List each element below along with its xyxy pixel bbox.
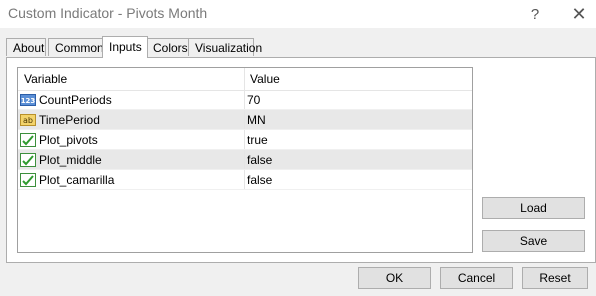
tab-common[interactable]: Common xyxy=(48,38,104,56)
help-icon[interactable]: ? xyxy=(513,0,557,28)
cancel-button[interactable]: Cancel xyxy=(440,267,513,289)
boolean-icon xyxy=(20,153,36,167)
tab-visualization[interactable]: Visualization xyxy=(188,38,262,56)
variable-value[interactable]: 70 xyxy=(247,93,260,107)
boolean-icon xyxy=(20,133,36,147)
svg-text:123: 123 xyxy=(21,97,36,105)
reset-button[interactable]: Reset xyxy=(522,267,588,289)
svg-text:ab: ab xyxy=(23,116,33,125)
variable-name: CountPeriods xyxy=(39,93,112,107)
variable-name: Plot_middle xyxy=(39,153,102,167)
variable-name: Plot_pivots xyxy=(39,133,98,147)
grid-row-plot-camarilla[interactable]: Plot_camarilla false xyxy=(18,170,472,190)
variable-name: TimePeriod xyxy=(39,113,100,127)
boolean-icon xyxy=(20,173,36,187)
variable-value[interactable]: false xyxy=(247,173,272,187)
tab-inputs[interactable]: Inputs xyxy=(102,36,148,58)
load-button[interactable]: Load xyxy=(482,197,585,219)
string-icon: ab xyxy=(20,114,36,126)
column-header-value[interactable]: Value xyxy=(250,72,280,86)
grid-row-plot-middle[interactable]: Plot_middle false xyxy=(18,150,472,170)
variable-value[interactable]: false xyxy=(247,153,272,167)
grid-row-plot-pivots[interactable]: Plot_pivots true xyxy=(18,130,472,150)
grid-header: Variable Value xyxy=(18,68,472,91)
inputs-grid[interactable]: Variable Value 123 CountPeriods 70 ab Ti… xyxy=(17,67,473,253)
window-title: Custom Indicator - Pivots Month xyxy=(8,5,208,21)
variable-value[interactable]: true xyxy=(247,133,268,147)
integer-icon: 123 xyxy=(20,94,36,106)
column-divider[interactable] xyxy=(244,68,245,90)
grid-row-timeperiod[interactable]: ab TimePeriod MN xyxy=(18,110,472,130)
tab-about[interactable]: About xyxy=(6,38,46,56)
grid-row-countperiods[interactable]: 123 CountPeriods 70 xyxy=(18,90,472,110)
save-button[interactable]: Save xyxy=(482,230,585,252)
column-header-variable[interactable]: Variable xyxy=(24,72,67,86)
variable-value[interactable]: MN xyxy=(247,113,266,127)
variable-name: Plot_camarilla xyxy=(39,173,115,187)
close-icon[interactable]: ✕ xyxy=(557,0,596,28)
ok-button[interactable]: OK xyxy=(358,267,431,289)
tab-colors[interactable]: Colors xyxy=(146,38,189,56)
title-bar: Custom Indicator - Pivots Month ? ✕ xyxy=(0,0,596,28)
